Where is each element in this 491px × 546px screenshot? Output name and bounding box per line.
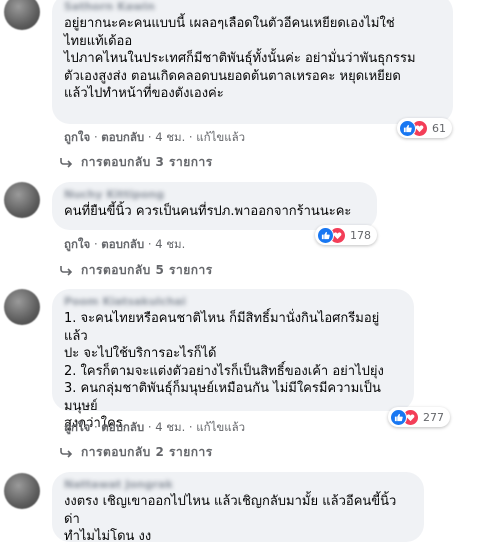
comment-text: งงตรง เชิญเขาออกไปไหน แล้วเชิญกลับมามั้ย… bbox=[64, 494, 397, 544]
reaction-count: 178 bbox=[350, 228, 371, 242]
comment-text: 1. จะคนไทยหรือคนชาติไหน ก็มีสิทธิ์มานั่ง… bbox=[64, 311, 384, 431]
avatar[interactable] bbox=[4, 289, 40, 325]
comment-author[interactable]: Poom Kiatsakulchai bbox=[64, 295, 402, 309]
comment-author[interactable]: Nuchy Kittipong bbox=[64, 188, 365, 202]
replies-label: การตอบกลับ 5 รายการ bbox=[81, 263, 213, 277]
avatar[interactable] bbox=[4, 0, 40, 30]
reaction-summary[interactable]: 61 bbox=[397, 118, 452, 138]
reaction-summary[interactable]: 178 bbox=[315, 225, 377, 245]
edited-label: แก้ไขแล้ว bbox=[196, 130, 246, 144]
view-replies-link[interactable]: การตอบกลับ 2 รายการ bbox=[60, 443, 213, 462]
reaction-count: 61 bbox=[432, 121, 446, 135]
timestamp[interactable]: 4 ชม. bbox=[155, 420, 185, 434]
comment-text: อยู่ยากนะคะคนแบบนี้ เผลอๆเลือดในตัวอีคนเ… bbox=[64, 16, 416, 101]
comment-actions: ถูกใจ · ตอบกลับ · 4 ชม. · แก้ไขแล้ว bbox=[64, 419, 245, 437]
comment-actions: ถูกใจ · ตอบกลับ · 4 ชม. bbox=[64, 236, 185, 254]
comment-text: คนที่ยืนขี้นิ้ว ควรเป็นคนที่รปภ.พาออกจาก… bbox=[64, 204, 352, 219]
view-replies-link[interactable]: การตอบกลับ 5 รายการ bbox=[60, 261, 213, 280]
like-reaction-icon bbox=[390, 408, 407, 426]
avatar[interactable] bbox=[4, 473, 40, 509]
replies-label: การตอบกลับ 2 รายการ bbox=[81, 445, 213, 459]
like-reaction-icon bbox=[399, 119, 416, 137]
reply-arrow-icon bbox=[60, 448, 73, 458]
reaction-summary[interactable]: 277 bbox=[388, 407, 450, 427]
like-reaction-icon bbox=[317, 226, 334, 244]
comment-author[interactable]: Sathorn Kawin bbox=[64, 0, 441, 14]
comment-bubble: Nattawat Jongrak งงตรง เชิญเขาออกไปไหน แ… bbox=[52, 472, 424, 544]
comment-actions: ถูกใจ · ตอบกลับ · 4 ชม. · แก้ไขแล้ว bbox=[64, 129, 245, 147]
avatar[interactable] bbox=[4, 182, 40, 218]
comment-author[interactable]: Nattawat Jongrak bbox=[64, 478, 412, 492]
reply-arrow-icon bbox=[60, 266, 73, 276]
replies-label: การตอบกลับ 3 รายการ bbox=[81, 155, 213, 169]
like-button[interactable]: ถูกใจ bbox=[64, 420, 90, 434]
reply-button[interactable]: ตอบกลับ bbox=[101, 237, 144, 251]
comment-bubble: Poom Kiatsakulchai 1. จะคนไทยหรือคนชาติไ… bbox=[52, 289, 414, 431]
timestamp[interactable]: 4 ชม. bbox=[155, 237, 185, 251]
comment-bubble: Nuchy Kittipong คนที่ยืนขี้นิ้ว ควรเป็นค… bbox=[52, 182, 377, 230]
reply-button[interactable]: ตอบกลับ bbox=[101, 420, 144, 434]
edited-label: แก้ไขแล้ว bbox=[196, 420, 246, 434]
comment-bubble: Sathorn Kawin อยู่ยากนะคะคนแบบนี้ เผลอๆเ… bbox=[52, 0, 453, 124]
view-replies-link[interactable]: การตอบกลับ 3 รายการ bbox=[60, 153, 213, 172]
timestamp[interactable]: 4 ชม. bbox=[155, 130, 185, 144]
like-button[interactable]: ถูกใจ bbox=[64, 237, 90, 251]
reply-button[interactable]: ตอบกลับ bbox=[101, 130, 144, 144]
reaction-count: 277 bbox=[423, 410, 444, 424]
like-button[interactable]: ถูกใจ bbox=[64, 130, 90, 144]
reply-arrow-icon bbox=[60, 158, 73, 168]
